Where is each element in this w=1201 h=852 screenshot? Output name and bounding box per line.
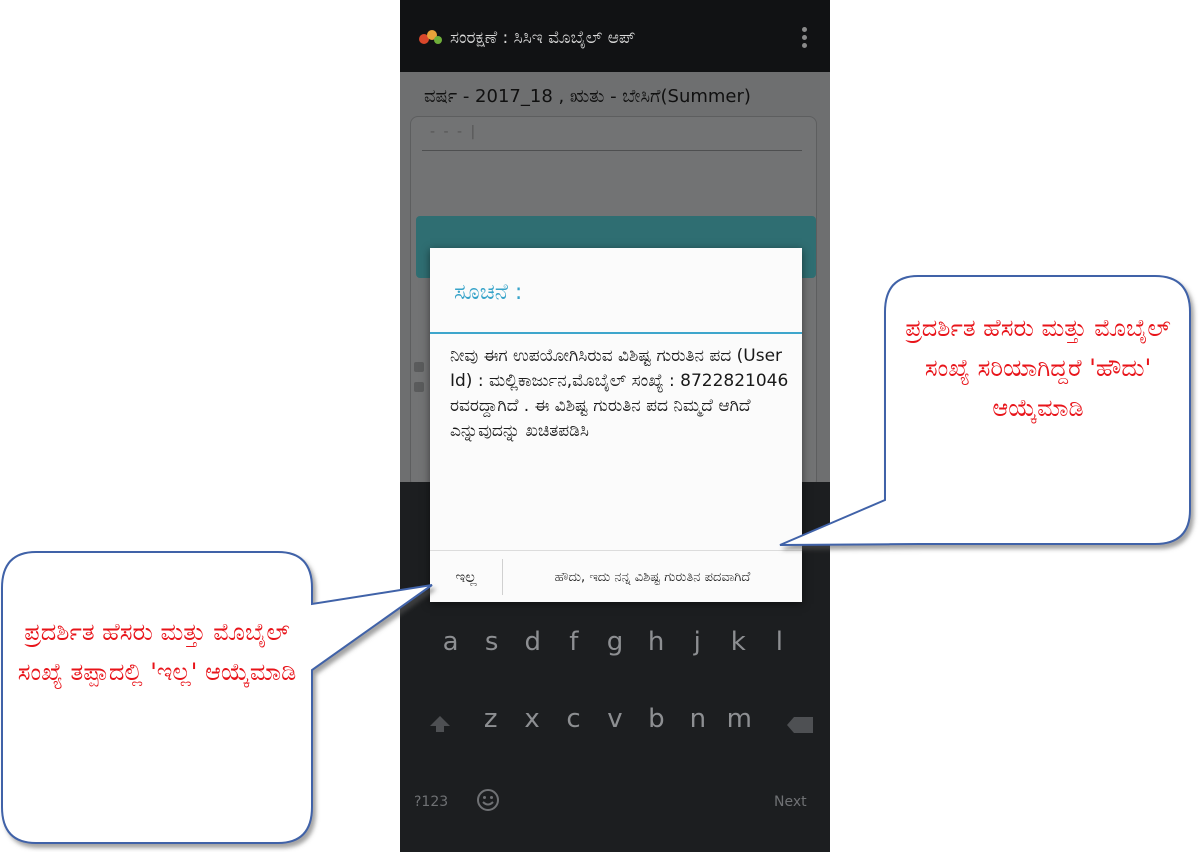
key[interactable]: m	[724, 704, 754, 734]
left-callout-text: ಪ್ರದರ್ಶಿತ ಹೆಸರು ಮತ್ತು ಮೊಬೈಲ್ ಸಂಖ್ಯೆ ತಪ್ಪ…	[17, 618, 297, 686]
key[interactable]: x	[517, 704, 547, 734]
key[interactable]: l	[764, 627, 794, 657]
dialog-title: ಸೂಚನೆ :	[454, 280, 523, 305]
user-id-field[interactable]: - - - |	[430, 124, 477, 140]
right-callout-text: ಪ್ರದರ್ಶಿತ ಹೆಸರು ಮತ್ತು ಮೊಬೈಲ್ ಸಂಖ್ಯೆ ಸರಿಯ…	[905, 314, 1171, 422]
field-underline	[422, 150, 802, 151]
keyboard-row-asdf: a s d f g h j k l	[400, 627, 830, 657]
key[interactable]: a	[436, 627, 466, 657]
no-button[interactable]: ಇಲ್ಲ	[430, 551, 502, 603]
backspace-icon[interactable]	[786, 716, 814, 734]
app-title: ಸಂರಕ್ಷಣೆ : ಸಿಸಿಇ ಮೊಬೈಲ್ ಆಪ್	[450, 28, 636, 48]
symbols-key[interactable]: ?123	[414, 794, 448, 810]
key[interactable]: b	[641, 704, 671, 734]
overflow-menu-icon[interactable]	[800, 24, 808, 52]
key[interactable]: g	[600, 627, 630, 657]
key[interactable]: k	[723, 627, 753, 657]
season-label: ವರ್ಷ - 2017_18 , ಋತು - ಬೇಸಿಗೆ(Summer)	[424, 86, 751, 107]
shift-icon[interactable]	[428, 714, 452, 734]
key[interactable]: h	[641, 627, 671, 657]
key[interactable]: d	[518, 627, 548, 657]
key[interactable]: s	[477, 627, 507, 657]
dialog-button-bar: ಇಲ್ಲ ಹೌದು, ಇದು ನನ್ನ ವಿಶಿಷ್ಟ ಗುರುತಿನ ಪದವಾ…	[430, 550, 802, 603]
key[interactable]: c	[559, 704, 589, 734]
app-logo-icon	[419, 30, 442, 44]
emoji-icon[interactable]	[476, 788, 500, 812]
yes-button[interactable]: ಹೌದು, ಇದು ನನ್ನ ವಿಶಿಷ್ಟ ಗುರುತಿನ ಪದವಾಗಿದೆ	[503, 551, 802, 603]
key[interactable]: n	[683, 704, 713, 734]
key[interactable]: j	[682, 627, 712, 657]
left-callout-balloon	[1, 551, 433, 844]
dialog-divider	[430, 332, 802, 334]
confirmation-dialog: ಸೂಚನೆ : ನೀವು ಈಗ ಉಪಯೋಗಿಸಿರುವ ವಿಶಿಷ್ಟ ಗುರು…	[430, 248, 802, 602]
key[interactable]: f	[559, 627, 589, 657]
key[interactable]: z	[476, 704, 506, 734]
key[interactable]: v	[600, 704, 630, 734]
dialog-message: ನೀವು ಈಗ ಉಪಯೋಗಿಸಿರುವ ವಿಶಿಷ್ಟ ಗುರುತಿನ ಪದ (…	[450, 346, 789, 441]
next-key[interactable]: Next	[774, 794, 807, 810]
keyboard-row-zxcv: z x c v b n m	[400, 704, 830, 734]
app-bar: ಸಂರಕ್ಷಣೆ : ಸಿಸಿಇ ಮೊಬೈಲ್ ಆಪ್	[400, 0, 830, 72]
